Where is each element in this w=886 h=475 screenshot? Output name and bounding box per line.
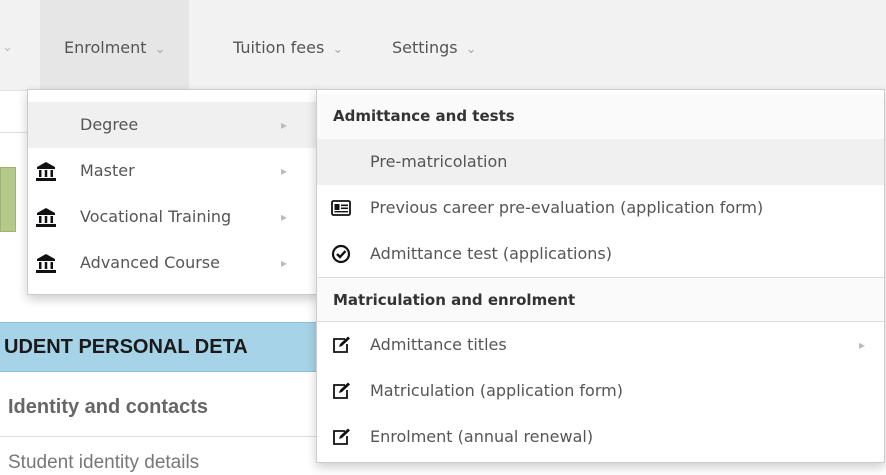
degree-submenu: Admittance and tests Pre-matricolation P… (316, 89, 885, 463)
menu-item-label: Matriculation (application form) (370, 381, 623, 400)
chevron-right-icon: ▸ (281, 256, 288, 270)
nav-enrolment[interactable]: Enrolment ⌄ (40, 0, 190, 90)
identity-heading: Identity and contacts (8, 396, 209, 418)
menu-item-enrolment-annual-renewal[interactable]: Enrolment (annual renewal) (317, 414, 884, 460)
id-card-icon (331, 200, 351, 216)
menu-item-label: Previous career pre-evaluation (applicat… (370, 198, 764, 217)
menu-item-degree[interactable]: Degree ▸ (28, 102, 318, 148)
menu-item-label: Enrolment (annual renewal) (370, 427, 594, 446)
submenu-section-header: Matriculation and enrolment (317, 277, 884, 322)
menu-item-label: Admittance test (applications) (370, 244, 612, 263)
menu-item-vocational-training[interactable]: Vocational Training ▸ (28, 194, 318, 240)
chevron-down-icon: ⌄ (465, 42, 477, 57)
top-navbar: ⌄ Enrolment ⌄ Tuition fees ⌄ Settings ⌄ (0, 0, 886, 91)
edit-icon (333, 336, 350, 353)
nav-tuition-fees[interactable]: Tuition fees ⌄ (233, 0, 343, 90)
nav-settings[interactable]: Settings ⌄ (392, 0, 477, 90)
submenu-section-header: Admittance and tests (317, 94, 884, 139)
nav-tuition-fees-label: Tuition fees (233, 38, 325, 57)
chevron-right-icon: ▸ (281, 210, 288, 224)
status-strip (0, 167, 16, 232)
chevron-down-icon: ⌄ (154, 42, 166, 57)
menu-item-label: Pre-matricolation (370, 152, 508, 171)
menu-item-admittance-titles[interactable]: Admittance titles ▸ (317, 322, 884, 368)
menu-item-admittance-test[interactable]: Admittance test (applications) (317, 231, 884, 277)
institution-icon (36, 254, 56, 273)
section-header: UDENT PERSONAL DETA (0, 322, 324, 372)
menu-item-label: Degree (80, 115, 139, 134)
nav-overflow-caret[interactable]: ⌄ (2, 0, 13, 90)
chevron-right-icon: ▸ (859, 338, 866, 352)
menu-item-matriculation[interactable]: Matriculation (application form) (317, 368, 884, 414)
institution-icon (36, 208, 56, 227)
edit-icon (333, 382, 350, 399)
nav-enrolment-label: Enrolment (64, 38, 147, 57)
identity-subheading: Student identity details (8, 452, 200, 473)
nav-settings-label: Settings (392, 38, 458, 57)
chevron-right-icon: ▸ (281, 118, 288, 132)
menu-item-label: Vocational Training (80, 207, 232, 226)
menu-item-label: Admittance titles (370, 335, 507, 354)
menu-item-master[interactable]: Master ▸ (28, 148, 318, 194)
chevron-down-icon: ⌄ (332, 42, 344, 57)
divider (0, 436, 320, 437)
menu-item-previous-career-pre-evaluation[interactable]: Previous career pre-evaluation (applicat… (317, 185, 884, 231)
enrolment-dropdown-menu: Degree ▸ Master ▸ Vocational Training ▸ (27, 89, 319, 295)
menu-item-advanced-course[interactable]: Advanced Course ▸ (28, 240, 318, 286)
chevron-right-icon: ▸ (281, 164, 288, 178)
edit-icon (333, 428, 350, 445)
menu-item-label: Advanced Course (80, 253, 220, 272)
check-circle-icon (331, 244, 351, 264)
menu-item-label: Master (80, 161, 135, 180)
menu-item-pre-matricolation[interactable]: Pre-matricolation (317, 139, 884, 185)
institution-icon (36, 162, 56, 181)
